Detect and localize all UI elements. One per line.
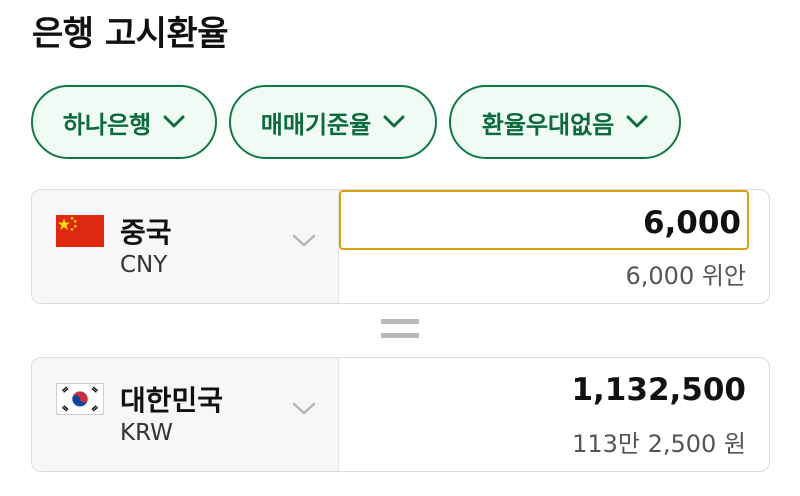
from-currency-card: 중국 CNY 6,000 위안 (31, 189, 770, 304)
rate-type-select-label: 매매기준율 (260, 110, 372, 139)
bank-select-label: 하나은행 (62, 110, 152, 139)
equals-icon (381, 319, 419, 341)
from-amount-korean: 6,000 위안 (625, 262, 747, 290)
preferential-rate-select-label: 환율우대없음 (481, 110, 615, 139)
preferential-rate-select-chip[interactable]: 환율우대없음 (449, 85, 681, 159)
chevron-down-icon (292, 234, 316, 247)
chevron-down-icon (383, 115, 405, 128)
china-flag-icon (56, 215, 104, 247)
from-currency-code: CNY (120, 252, 168, 278)
to-amount-korean: 113만 2,500 원 (572, 430, 746, 458)
to-currency-code: KRW (120, 420, 173, 446)
from-currency-select[interactable]: 중국 CNY (32, 190, 339, 303)
chevron-down-icon (626, 115, 648, 128)
to-amount-value: 1,132,500 (571, 372, 746, 408)
chevron-down-icon (292, 402, 316, 415)
bank-select-chip[interactable]: 하나은행 (31, 85, 217, 159)
to-country-name: 대한민국 (120, 384, 224, 417)
korea-flag-icon (56, 383, 104, 415)
to-currency-select[interactable]: 대한민국 KRW (32, 358, 339, 471)
filter-chip-row: 하나은행 매매기준율 환율우대없음 (31, 85, 681, 159)
from-country-name: 중국 (120, 216, 172, 249)
rate-type-select-chip[interactable]: 매매기준율 (229, 85, 437, 159)
from-amount-input[interactable] (339, 190, 749, 250)
chevron-down-icon (163, 115, 185, 128)
page-title: 은행 고시환율 (32, 14, 229, 54)
to-currency-card: 대한민국 KRW 1,132,500 113만 2,500 원 (31, 357, 770, 472)
